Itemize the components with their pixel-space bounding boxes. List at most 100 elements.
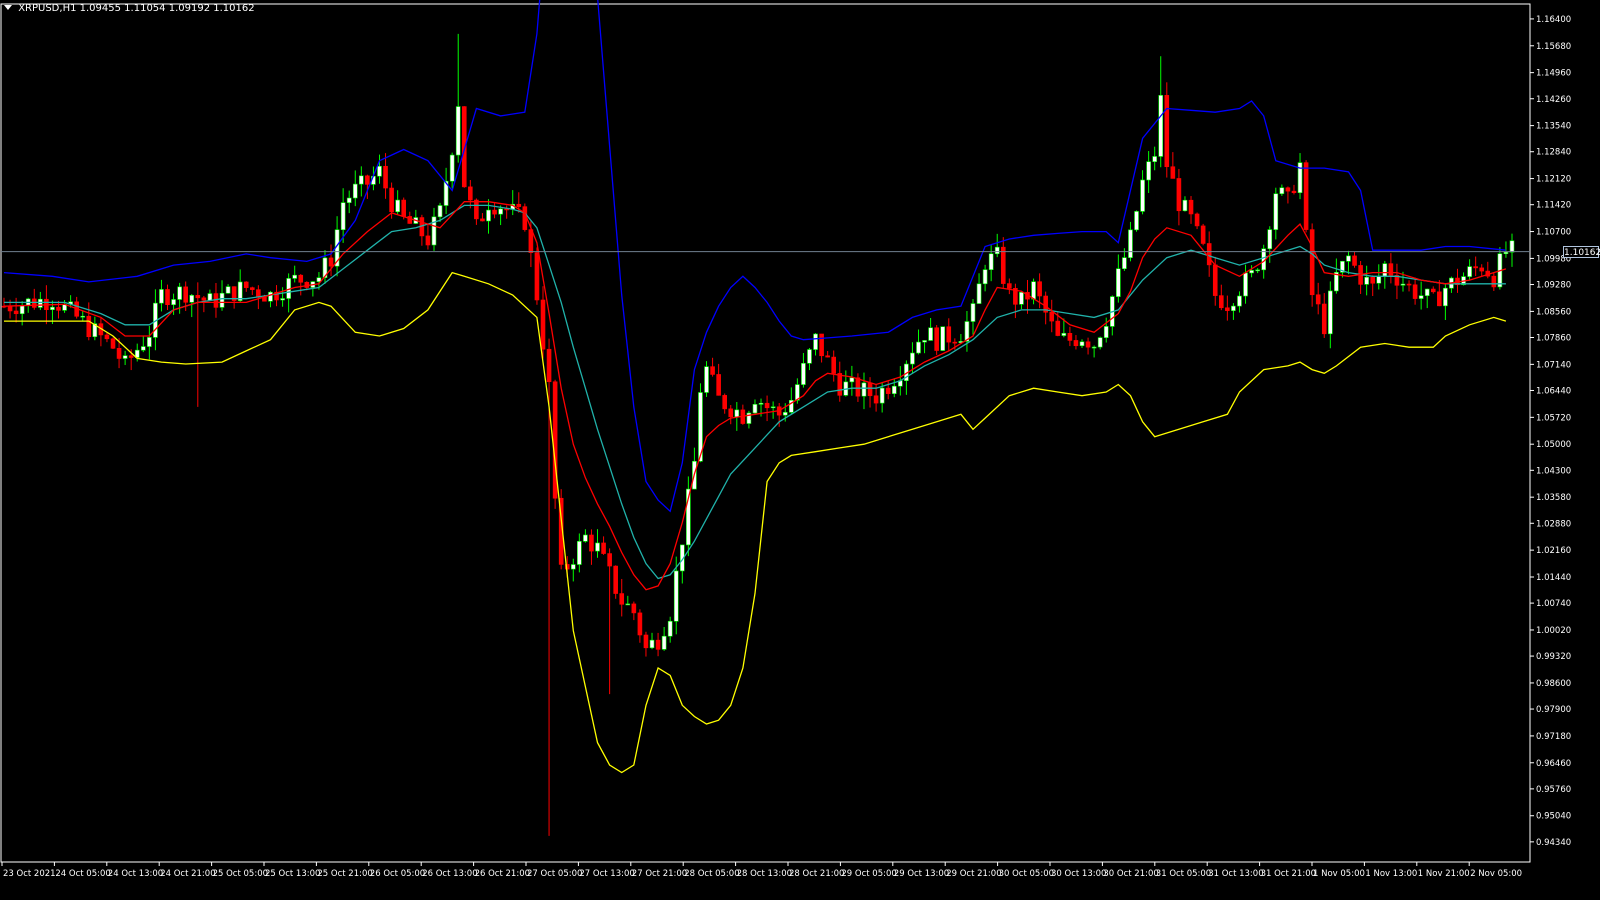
candle-body bbox=[1267, 229, 1273, 250]
candle-body bbox=[50, 306, 55, 311]
candle-body bbox=[1509, 240, 1515, 253]
lower-band-line bbox=[4, 271, 1507, 774]
candle-body bbox=[940, 326, 946, 351]
candle-body bbox=[195, 295, 201, 299]
candle-body bbox=[637, 612, 643, 636]
y-tick-label: 1.03580 bbox=[1536, 493, 1571, 503]
candle-body bbox=[250, 287, 255, 290]
candle-body bbox=[31, 298, 37, 308]
y-tick-label: 1.05720 bbox=[1536, 413, 1571, 423]
candle-body bbox=[1406, 283, 1412, 286]
candle-body bbox=[825, 355, 830, 358]
candle-body bbox=[1225, 307, 1230, 311]
candle-body bbox=[243, 281, 249, 288]
y-tick-label: 0.99320 bbox=[1536, 652, 1571, 662]
candle-body bbox=[140, 346, 146, 351]
candle-body bbox=[910, 352, 915, 365]
y-tick-label: 1.09280 bbox=[1536, 281, 1571, 291]
candle-body bbox=[1085, 341, 1091, 348]
y-tick-label: 0.96460 bbox=[1536, 759, 1571, 769]
candle-body bbox=[728, 408, 734, 418]
y-tick-label: 1.15680 bbox=[1536, 42, 1571, 52]
candle-body bbox=[1200, 225, 1206, 244]
candle-body bbox=[704, 366, 709, 393]
x-tick-label: 25 Oct 21:00 bbox=[317, 869, 372, 879]
candle-body bbox=[1418, 295, 1424, 299]
candle-body bbox=[782, 412, 788, 416]
candle-body bbox=[165, 289, 170, 305]
candle-body bbox=[752, 404, 758, 414]
y-tick-label: 1.04300 bbox=[1536, 466, 1571, 476]
x-tick-label: 29 Oct 13:00 bbox=[894, 869, 949, 879]
candle-body bbox=[655, 639, 661, 650]
candle-body bbox=[189, 295, 195, 303]
candle-body bbox=[1412, 284, 1418, 299]
candle-body bbox=[268, 291, 273, 302]
slow-ma-line bbox=[4, 204, 1506, 580]
candle-body bbox=[474, 199, 479, 220]
x-tick-label: 29 Oct 21:00 bbox=[946, 869, 1001, 879]
x-tick-label: 26 Oct 21:00 bbox=[475, 869, 530, 879]
candle-body bbox=[1158, 95, 1164, 157]
x-tick-label: 23 Oct 2021 bbox=[3, 869, 56, 879]
candle-body bbox=[867, 382, 873, 397]
candle-body bbox=[1285, 187, 1291, 192]
candle-body bbox=[1134, 211, 1139, 231]
candle-body bbox=[607, 553, 612, 567]
candle-body bbox=[292, 274, 297, 279]
candle-body bbox=[1061, 333, 1067, 336]
candle-body bbox=[1315, 294, 1321, 305]
candle-body bbox=[1176, 178, 1182, 212]
candle-body bbox=[879, 387, 885, 404]
chart-title: XRPUSD,H1 1.09455 1.11054 1.09192 1.1016… bbox=[4, 3, 255, 14]
candle-body bbox=[1328, 290, 1333, 335]
candle-body bbox=[1400, 283, 1406, 286]
candle-body bbox=[1388, 263, 1394, 276]
candle-body bbox=[1182, 199, 1188, 212]
candle-body bbox=[601, 542, 606, 554]
candle-body bbox=[431, 216, 437, 246]
candle-body bbox=[401, 199, 407, 217]
candle-body bbox=[449, 154, 455, 182]
candle-body bbox=[716, 374, 721, 396]
candle-body bbox=[1231, 305, 1236, 311]
candle-body bbox=[813, 333, 818, 350]
x-tick-label: 28 Oct 21:00 bbox=[789, 869, 844, 879]
ohlc-values: 1.09455 1.11054 1.09192 1.10162 bbox=[79, 3, 255, 14]
candle-body bbox=[225, 286, 231, 294]
candle-body bbox=[1103, 326, 1109, 338]
chart-area[interactable]: 1.16400 1.15680 1.14960 1.14260 1.13540 1.128… bbox=[0, 0, 1600, 900]
candle-body bbox=[486, 209, 491, 222]
price-chart[interactable]: 1.16400 1.15680 1.14960 1.14260 1.13540 1.128… bbox=[0, 0, 1600, 900]
y-tick-label: 0.97180 bbox=[1536, 732, 1571, 742]
candle-body bbox=[1146, 161, 1151, 181]
candle-body bbox=[649, 639, 655, 649]
y-tick-label: 0.97900 bbox=[1536, 705, 1571, 715]
y-tick-label: 1.00020 bbox=[1536, 626, 1571, 636]
x-tick-label: 1 Nov 21:00 bbox=[1418, 869, 1470, 879]
candle-body bbox=[516, 203, 522, 207]
y-tick-label: 1.12120 bbox=[1536, 175, 1571, 185]
candle-body bbox=[1091, 346, 1097, 349]
candle-body bbox=[116, 348, 122, 359]
candle-body bbox=[976, 283, 982, 304]
candle-body bbox=[861, 382, 867, 397]
y-tick-label: 1.14960 bbox=[1536, 69, 1571, 79]
y-tick-label: 1.01440 bbox=[1536, 573, 1571, 583]
candle-body bbox=[849, 377, 855, 383]
candle-body bbox=[468, 186, 473, 201]
dropdown-triangle-icon[interactable] bbox=[4, 5, 12, 10]
candle-body bbox=[1007, 283, 1012, 289]
candle-body bbox=[1000, 246, 1006, 284]
candle-body bbox=[201, 297, 207, 301]
candle-body bbox=[1188, 199, 1194, 215]
x-tick-label: 1 Nov 13:00 bbox=[1365, 869, 1417, 879]
candle-body bbox=[1140, 179, 1145, 212]
candle-body bbox=[1364, 276, 1369, 285]
candle-body bbox=[595, 542, 600, 552]
x-tick-label: 26 Oct 13:00 bbox=[422, 869, 477, 879]
x-tick-label: 30 Oct 13:00 bbox=[1051, 869, 1106, 879]
candle-body bbox=[177, 286, 182, 300]
y-tick-label: 1.14260 bbox=[1536, 95, 1571, 105]
y-tick-label: 1.13540 bbox=[1536, 122, 1571, 132]
